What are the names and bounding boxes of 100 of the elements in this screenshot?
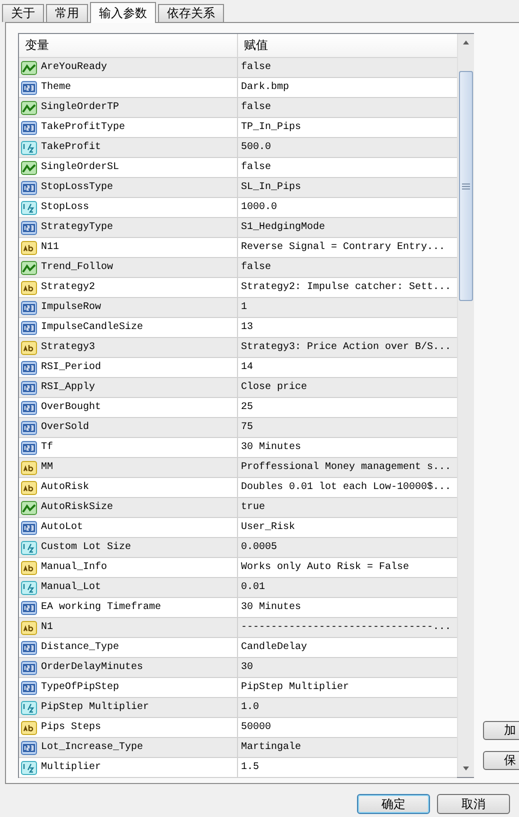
value-cell[interactable]: TP_In_Pips xyxy=(238,118,457,137)
number-icon xyxy=(21,380,37,394)
number-icon xyxy=(21,300,37,314)
fraction-icon xyxy=(21,760,37,774)
variable-name: Distance_Type xyxy=(41,640,120,655)
variable-name: N1 xyxy=(41,621,54,635)
variable-name: RSI_Apply xyxy=(41,380,96,395)
text-icon xyxy=(21,460,37,474)
variable-name: TypeOfPipStep xyxy=(41,680,120,695)
text-icon xyxy=(21,480,37,494)
column-header[interactable]: 变量 xyxy=(19,34,238,57)
value-cell[interactable]: 50000 xyxy=(238,718,457,737)
value-cell[interactable]: 1000.0 xyxy=(238,198,457,217)
variable-name: Trend_Follow xyxy=(41,260,114,275)
value-cell[interactable]: 30 Minutes xyxy=(238,438,457,457)
variable-name: TakeProfitType xyxy=(41,120,126,135)
value-cell[interactable]: S1_HedgingMode xyxy=(238,218,457,237)
variable-name: RSI_Period xyxy=(41,360,102,375)
toggle-chart-icon xyxy=(21,500,37,514)
variable-name: Strategy2 xyxy=(41,281,96,295)
number-icon xyxy=(21,660,37,674)
value-cell[interactable]: false xyxy=(238,258,457,277)
variable-name: OverSold xyxy=(41,420,90,435)
text-icon xyxy=(21,560,37,574)
tab[interactable]: 常用 xyxy=(46,4,88,22)
variable-name: AreYouReady xyxy=(41,60,108,75)
variable-name: Lot_Increase_Type xyxy=(41,741,144,755)
fraction-icon xyxy=(21,540,37,554)
side-button[interactable]: 保 xyxy=(483,751,519,770)
text-icon xyxy=(21,280,37,294)
value-cell[interactable]: PipStep Multiplier xyxy=(238,678,457,697)
value-cell[interactable]: false xyxy=(238,58,457,77)
value-cell[interactable]: --------------------------------... xyxy=(238,618,457,637)
value-cell[interactable]: SL_In_Pips xyxy=(238,178,457,197)
value-cell[interactable]: Martingale xyxy=(238,738,457,757)
text-icon xyxy=(21,340,37,354)
value-cell[interactable]: 30 Minutes xyxy=(238,598,457,617)
value-cell[interactable]: 500.0 xyxy=(238,138,457,157)
value-cell[interactable]: 75 xyxy=(238,418,457,437)
text-icon xyxy=(21,720,37,734)
value-cell[interactable]: false xyxy=(238,98,457,117)
variable-name: Tf xyxy=(41,440,54,455)
value-cell[interactable]: 13 xyxy=(238,318,457,337)
value-cell[interactable]: true xyxy=(238,498,457,517)
toggle-chart-icon xyxy=(21,260,37,274)
variable-name: Custom Lot Size xyxy=(41,540,132,555)
value-cell[interactable]: Proffessional Money management s... xyxy=(238,458,457,477)
toggle-chart-icon xyxy=(21,60,37,74)
value-cell[interactable]: Reverse Signal = Contrary Entry... xyxy=(238,238,457,257)
variable-name: SingleOrderSL xyxy=(41,160,120,175)
variable-name: Theme xyxy=(41,80,72,95)
value-cell[interactable]: 14 xyxy=(238,358,457,377)
variable-name: PipStep Multiplier xyxy=(41,700,150,715)
variable-name: ImpulseCandleSize xyxy=(41,320,144,335)
variable-name: OverBought xyxy=(41,400,102,415)
variable-name: Manual_Info xyxy=(41,560,108,575)
tab[interactable]: 输入参数 xyxy=(90,2,156,23)
ok-button[interactable]: 确定 xyxy=(357,794,430,814)
value-cell[interactable]: 0.01 xyxy=(238,578,457,597)
variable-name: StopLossType xyxy=(41,181,114,195)
value-cell[interactable]: 1.0 xyxy=(238,698,457,717)
fraction-icon xyxy=(21,580,37,594)
value-cell[interactable]: Dark.bmp xyxy=(238,78,457,97)
variable-name: Strategy3 xyxy=(41,341,96,355)
value-cell[interactable]: false xyxy=(238,158,457,177)
variable-name: SingleOrderTP xyxy=(41,100,120,115)
value-cell[interactable]: 1 xyxy=(238,298,457,317)
toggle-chart-icon xyxy=(21,100,37,114)
variable-name: StrategyType xyxy=(41,221,114,235)
value-cell[interactable]: 25 xyxy=(238,398,457,417)
number-icon xyxy=(21,420,37,434)
number-icon xyxy=(21,180,37,194)
value-cell[interactable]: Close price xyxy=(238,378,457,397)
value-cell[interactable]: Doubles 0.01 lot each Low-10000$... xyxy=(238,478,457,497)
variable-name: StopLoss xyxy=(41,201,90,215)
number-icon xyxy=(21,220,37,234)
variable-name: Manual_Lot xyxy=(41,580,102,595)
value-cell[interactable]: Strategy2: Impulse catcher: Sett... xyxy=(238,278,457,297)
value-cell[interactable]: 30 xyxy=(238,658,457,677)
variable-name: Pips Steps xyxy=(41,720,102,735)
text-icon xyxy=(21,240,37,254)
value-cell[interactable]: Strategy3: Price Action over B/S... xyxy=(238,338,457,357)
value-cell[interactable]: 0.0005 xyxy=(238,538,457,557)
scrollbar[interactable] xyxy=(457,34,474,777)
tab[interactable]: 关于 xyxy=(2,4,44,22)
variable-name: N11 xyxy=(41,241,60,255)
tab[interactable]: 依存关系 xyxy=(158,4,224,22)
fraction-icon xyxy=(21,140,37,154)
side-button[interactable]: 加 xyxy=(483,721,519,740)
cancel-button[interactable]: 取消 xyxy=(437,794,510,814)
text-icon xyxy=(21,620,37,634)
value-cell[interactable]: CandleDelay xyxy=(238,638,457,657)
column-header[interactable]: 赋值 xyxy=(238,34,457,57)
value-cell[interactable]: 1.5 xyxy=(238,758,457,777)
value-cell[interactable]: Works only Auto Risk = False xyxy=(238,558,457,577)
toggle-chart-icon xyxy=(21,160,37,174)
variable-name: OrderDelayMinutes xyxy=(41,660,144,675)
scroll-thumb[interactable] xyxy=(459,71,473,301)
variable-name: AutoRisk xyxy=(41,480,90,495)
value-cell[interactable]: User_Risk xyxy=(238,518,457,537)
